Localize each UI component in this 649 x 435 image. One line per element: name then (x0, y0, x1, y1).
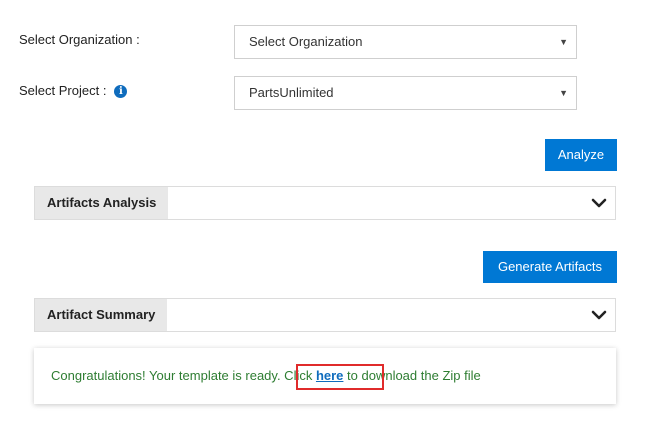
success-message: Congratulations! Your template is ready.… (51, 368, 481, 383)
analyze-button[interactable]: Analyze (545, 139, 617, 171)
artifact-summary-title: Artifact Summary (35, 299, 168, 331)
organization-select-value: Select Organization (249, 34, 363, 49)
project-select[interactable]: PartsUnlimited ▼ (234, 76, 577, 110)
organization-select[interactable]: Select Organization ▼ (234, 25, 577, 59)
chevron-down-icon[interactable] (589, 193, 609, 213)
artifacts-analysis-panel[interactable]: Artifacts Analysis (34, 186, 616, 220)
success-message-text: Congratulations! Your template is ready.… (51, 368, 316, 383)
select-project-label: Select Project : (19, 83, 107, 98)
select-project-label-row: Select Project : i (19, 83, 128, 99)
project-select-value: PartsUnlimited (249, 85, 334, 100)
caret-down-icon: ▼ (559, 37, 568, 47)
caret-down-icon: ▼ (559, 88, 568, 98)
select-organization-label: Select Organization : (19, 32, 140, 47)
info-icon[interactable]: i (114, 85, 128, 99)
generate-artifacts-button[interactable]: Generate Artifacts (483, 251, 617, 283)
chevron-down-icon[interactable] (589, 305, 609, 325)
highlight-box (296, 364, 384, 390)
artifacts-analysis-title: Artifacts Analysis (35, 187, 169, 219)
artifact-summary-panel[interactable]: Artifact Summary (34, 298, 616, 332)
